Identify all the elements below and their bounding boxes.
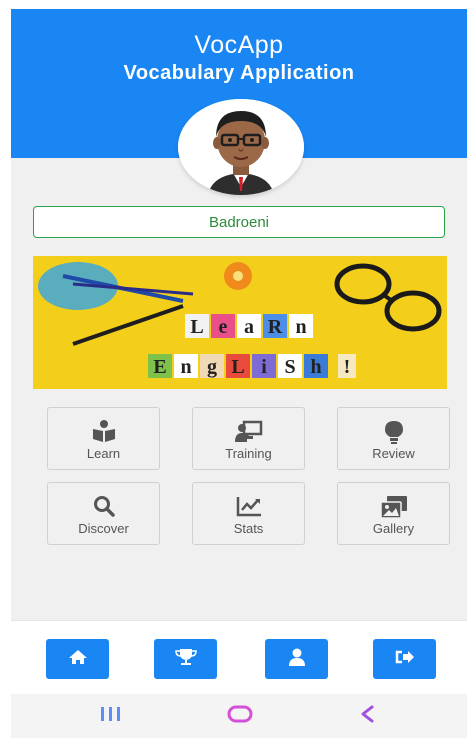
username-field[interactable]: Badroeni	[33, 206, 445, 238]
back-icon	[360, 705, 374, 728]
bottom-nav	[11, 620, 467, 695]
banner-letter: L	[231, 356, 244, 378]
system-home-button[interactable]	[227, 705, 253, 728]
app-title: VocApp	[194, 31, 284, 59]
menu-tile-learn[interactable]: Learn	[47, 407, 160, 470]
menu-label-stats: Stats	[233, 521, 264, 536]
banner-letter: L	[190, 316, 203, 338]
banner-image: Le a RnE n g Li Sh!	[33, 256, 447, 389]
system-back-button[interactable]	[360, 705, 374, 728]
profile-button[interactable]	[265, 639, 328, 679]
search-icon	[48, 495, 159, 519]
learn-english-banner: Le a Rn En g Li Sh!	[33, 256, 447, 389]
menu-label-discover: Discover	[78, 521, 129, 536]
avatar[interactable]	[178, 99, 304, 195]
banner-letter: R	[268, 316, 283, 338]
home-icon	[68, 649, 88, 670]
app-subtitle: Vocabulary Application	[123, 62, 355, 84]
home-button[interactable]	[46, 639, 109, 679]
banner-letter: n	[180, 356, 191, 378]
banner-letter: E	[153, 356, 166, 378]
logout-button[interactable]	[373, 639, 436, 679]
menu-tile-review[interactable]: Review	[337, 407, 450, 470]
home-pill-icon	[227, 705, 253, 728]
banner-letter: n	[295, 316, 306, 338]
chart-line-icon	[193, 495, 304, 519]
banner-letter: e	[219, 316, 228, 338]
user-icon	[288, 648, 306, 671]
banner-letter: g	[207, 356, 217, 378]
book-reader-icon	[48, 420, 159, 444]
recents-icon	[100, 706, 122, 727]
sign-out-icon	[395, 649, 415, 670]
chalkboard-teacher-icon	[193, 420, 304, 444]
system-nav-bar	[11, 694, 467, 738]
banner-exclaim: !	[344, 356, 351, 378]
menu-label-learn: Learn	[86, 446, 121, 461]
menu-label-training: Training	[225, 446, 272, 461]
banner-letter: h	[310, 356, 321, 378]
menu-tile-stats[interactable]: Stats	[192, 482, 305, 545]
images-icon	[338, 495, 449, 519]
recents-button[interactable]	[100, 706, 122, 726]
app-screen: VocApp Vocabulary Application Badroeni L…	[11, 9, 467, 738]
trophy-icon	[174, 648, 197, 671]
menu-label-gallery: Gallery	[372, 521, 415, 536]
menu-label-review: Review	[372, 446, 415, 461]
menu-tile-gallery[interactable]: Gallery	[337, 482, 450, 545]
lightbulb-icon	[338, 420, 449, 444]
banner-letter: i	[261, 356, 267, 378]
menu-tile-discover[interactable]: Discover	[47, 482, 160, 545]
banner-letter: a	[244, 316, 254, 338]
banner-letter: S	[284, 356, 295, 378]
menu-tile-training[interactable]: Training	[192, 407, 305, 470]
trophy-button[interactable]	[154, 639, 217, 679]
avatar-illustration	[178, 99, 304, 195]
